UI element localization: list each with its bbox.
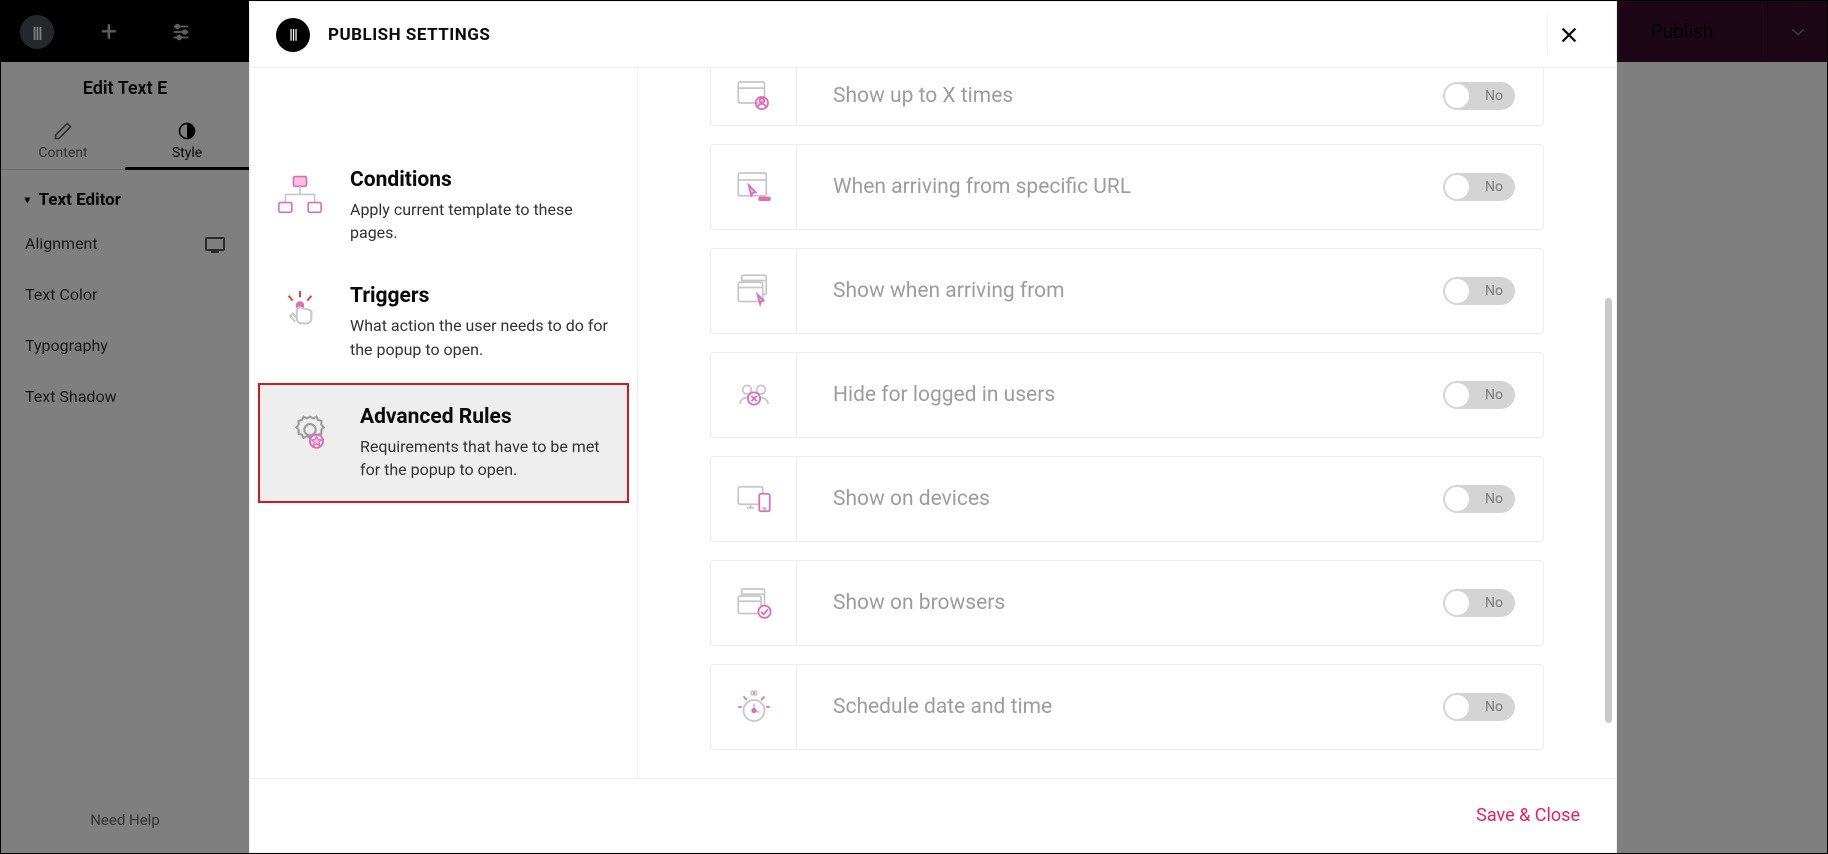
rule-title: Hide for logged in users [797,383,1443,407]
nav-triggers-title: Triggers [350,284,615,308]
browser-cursor-icon [733,166,775,208]
advanced-rules-icon [284,407,336,459]
browsers-check-icon [733,582,775,624]
rules-list: Show up to X times No When arriving from… [638,68,1616,778]
nav-triggers-desc: What action the user needs to do for the… [350,314,615,360]
nav-conditions-title: Conditions [350,168,615,192]
rule-show-when-arriving-from: Show when arriving from No [710,248,1544,334]
save-and-close-link[interactable]: Save & Close [1476,805,1580,826]
modal-nav: Conditions Apply current template to the… [250,68,638,778]
toggle-label: No [1485,283,1503,299]
nav-triggers[interactable]: Triggers What action the user needs to d… [250,264,637,380]
nav-advanced-rules[interactable]: Advanced Rules Requirements that have to… [258,383,629,503]
modal-header: ||| PUBLISH SETTINGS [250,2,1616,68]
rule-title: Show on browsers [797,591,1443,615]
toggle-arriving-from-url[interactable]: No [1443,173,1515,201]
toggle-label: No [1485,387,1503,403]
close-icon [1558,24,1580,46]
rule-when-arriving-from-url: When arriving from specific URL No [710,144,1544,230]
toggle-show-when-arriving-from[interactable]: No [1443,277,1515,305]
rule-show-on-devices: Show on devices No [710,456,1544,542]
rule-title: Show when arriving from [797,279,1443,303]
devices-icon [733,478,775,520]
users-x-icon [733,374,775,416]
stopwatch-icon [733,686,775,728]
rule-schedule-date-time: Schedule date and time No [710,664,1544,750]
elementor-logo-icon: ||| [276,18,310,52]
rule-title: When arriving from specific URL [797,175,1443,199]
nav-conditions[interactable]: Conditions Apply current template to the… [250,148,637,264]
triggers-icon [274,286,326,338]
nav-conditions-desc: Apply current template to these pages. [350,198,615,244]
toggle-show-on-devices[interactable]: No [1443,485,1515,513]
toggle-label: No [1485,88,1503,104]
toggle-label: No [1485,699,1503,715]
rule-hide-for-logged-in-users: Hide for logged in users No [710,352,1544,438]
nav-advanced-desc: Requirements that have to be met for the… [360,435,605,481]
conditions-icon [274,170,326,222]
scrollbar[interactable] [1605,298,1612,723]
browsers-cursor-icon [733,270,775,312]
rule-show-on-browsers: Show on browsers No [710,560,1544,646]
nav-advanced-title: Advanced Rules [360,405,605,429]
toggle-show-on-browsers[interactable]: No [1443,589,1515,617]
toggle-hide-logged-in[interactable]: No [1443,381,1515,409]
rule-title: Show up to X times [797,84,1443,108]
modal-footer: Save & Close [250,778,1616,852]
close-button[interactable] [1547,15,1590,55]
publish-settings-modal: ||| PUBLISH SETTINGS [249,1,1617,853]
toggle-label: No [1485,595,1503,611]
toggle-label: No [1485,491,1503,507]
toggle-show-up-to-x-times[interactable]: No [1443,82,1515,110]
toggle-label: No [1485,179,1503,195]
rule-title: Schedule date and time [797,695,1443,719]
browser-person-icon [733,75,775,117]
rule-show-up-to-x-times: Show up to X times No [710,68,1544,126]
rule-title: Show on devices [797,487,1443,511]
modal-title: PUBLISH SETTINGS [328,25,490,45]
toggle-schedule[interactable]: No [1443,693,1515,721]
